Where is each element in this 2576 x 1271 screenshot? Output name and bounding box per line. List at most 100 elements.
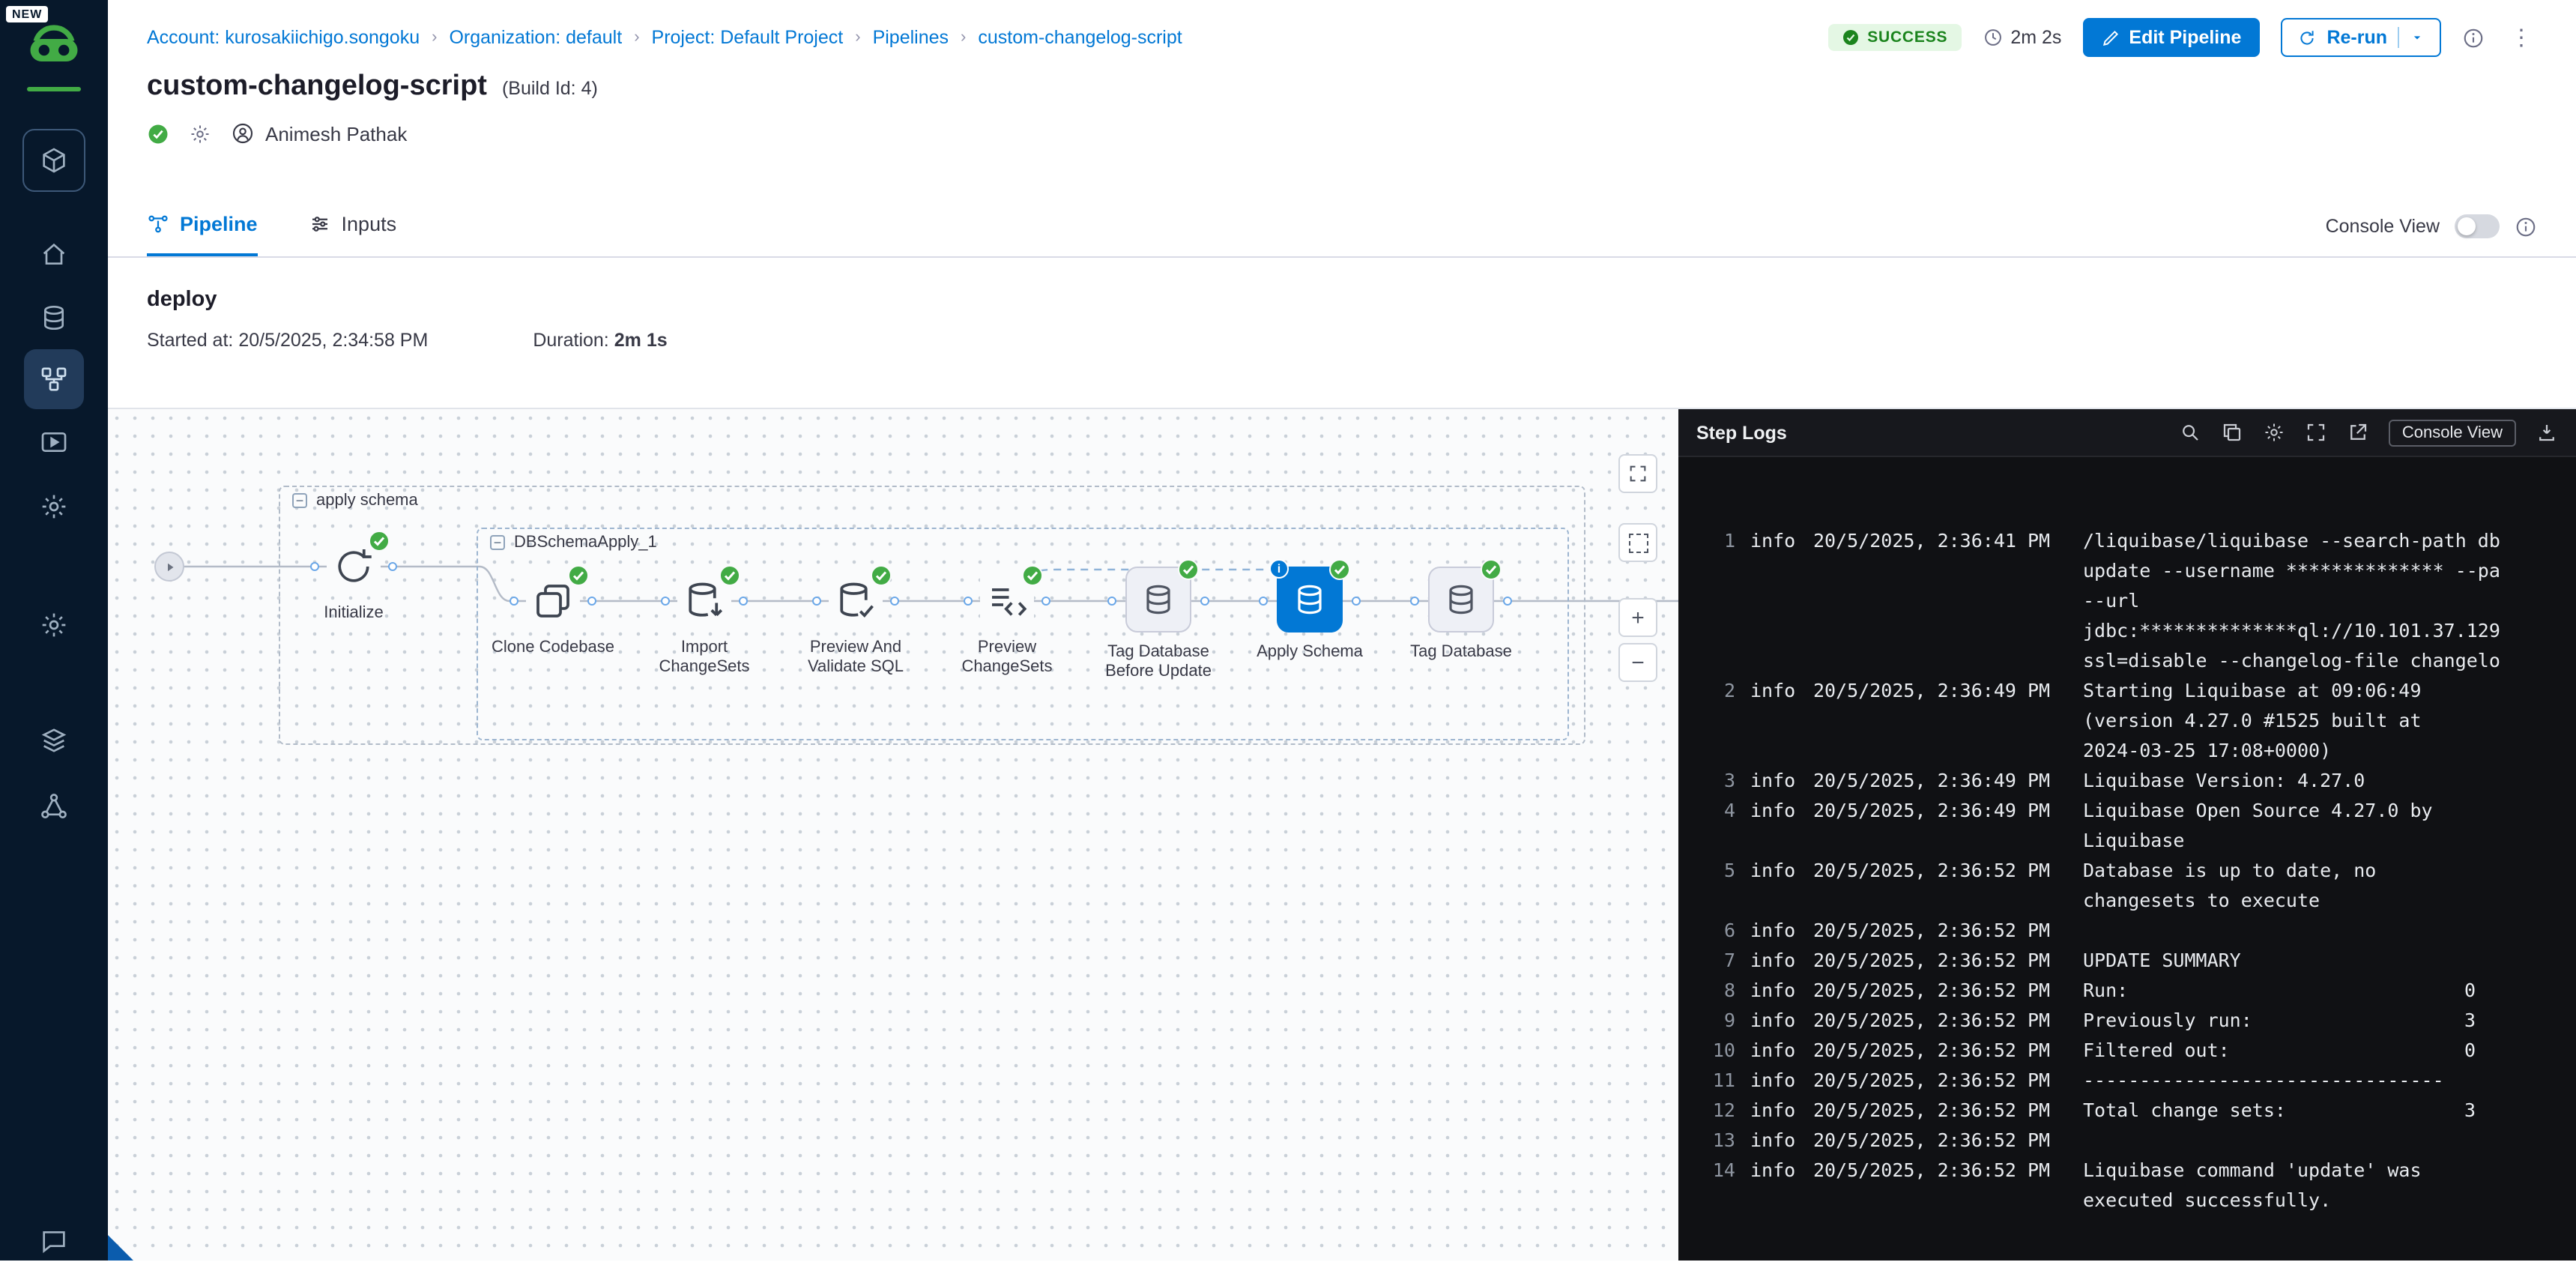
log-message — [2083, 1126, 2552, 1156]
log-level: info — [1750, 976, 1798, 1006]
product-logo-icon[interactable] — [25, 21, 82, 75]
log-level: info — [1750, 676, 1798, 766]
connectors-icon[interactable] — [24, 776, 84, 836]
console-view-toggle[interactable] — [2455, 214, 2500, 238]
collapse-icon[interactable]: − — [490, 535, 505, 550]
pipeline-success-icon — [147, 122, 169, 145]
pipeline-node-tag-database[interactable]: Tag Database — [1392, 567, 1530, 662]
log-timestamp: 20/5/2025, 2:36:52 PM — [1813, 1006, 2068, 1036]
edit-pipeline-button[interactable]: Edit Pipeline — [2082, 18, 2259, 57]
breadcrumb-link[interactable]: Project: Default Project — [652, 27, 844, 48]
connector-dot — [1107, 597, 1116, 606]
connector-dot — [1503, 597, 1512, 606]
breadcrumb-link[interactable]: Organization: default — [449, 27, 622, 48]
tab-inputs[interactable]: Inputs — [309, 213, 397, 256]
log-level: info — [1750, 1006, 1798, 1036]
home-icon[interactable] — [24, 225, 84, 285]
log-lines[interactable]: 1info20/5/2025, 2:36:41 PM/liquibase/liq… — [1678, 457, 2576, 1261]
settings-icon[interactable] — [24, 477, 84, 537]
log-line-number: 1 — [1696, 526, 1735, 676]
play-icon — [163, 560, 176, 573]
tab-pipeline[interactable]: Pipeline — [147, 213, 258, 256]
group-label: DBSchemaApply_1 — [514, 534, 657, 552]
log-entry: 6info20/5/2025, 2:36:52 PM — [1696, 916, 2552, 946]
success-badge-icon — [1329, 559, 1350, 580]
log-timestamp: 20/5/2025, 2:36:52 PM — [1813, 1036, 2068, 1066]
step-label: Apply Schema — [1257, 643, 1363, 662]
zoom-out-button[interactable]: − — [1618, 643, 1657, 682]
pipeline-start-node[interactable] — [154, 552, 184, 582]
chat-icon[interactable] — [24, 1211, 84, 1271]
pipeline-node-preview-and-validate-sql[interactable]: Preview And Validate SQL — [787, 574, 925, 677]
breadcrumb-link[interactable]: custom-changelog-script — [978, 27, 1182, 48]
success-badge-icon — [369, 531, 390, 552]
log-level: info — [1750, 1156, 1798, 1216]
log-message: Liquibase command 'update' wasexecuted s… — [2083, 1156, 2552, 1216]
open-external-icon[interactable] — [2347, 421, 2369, 444]
pipeline-node-initialize[interactable]: Initialize — [285, 540, 423, 624]
log-entry: 9info20/5/2025, 2:36:52 PMPreviously run… — [1696, 1006, 2552, 1036]
breadcrumb-link[interactable]: Pipelines — [873, 27, 949, 48]
rerun-button[interactable]: Re-run — [2280, 18, 2441, 57]
executions-icon[interactable] — [24, 412, 84, 472]
pipeline-node-apply-schema[interactable]: iApply Schema — [1241, 567, 1379, 662]
marquee-icon — [1628, 533, 1648, 552]
pipeline-node-tag-database-before-update[interactable]: Tag Database Before Update — [1089, 567, 1227, 682]
pipelines-icon[interactable] — [24, 349, 84, 409]
log-timestamp: 20/5/2025, 2:36:52 PM — [1813, 1066, 2068, 1096]
breadcrumb-link[interactable]: Account: kurosakiichigo.songoku — [147, 27, 420, 48]
log-line-number: 4 — [1696, 796, 1735, 856]
page-header: Account: kurosakiichigo.songoku›Organiza… — [108, 0, 2576, 189]
log-message: Filtered out:0 — [2083, 1036, 2552, 1066]
log-level: info — [1750, 1036, 1798, 1066]
minus-icon: − — [1631, 650, 1645, 675]
log-line-number: 14 — [1696, 1156, 1735, 1216]
copy-icon[interactable] — [2221, 421, 2243, 444]
connector-dot — [388, 562, 397, 571]
pipeline-node-clone-codebase[interactable]: Clone Codebase — [484, 574, 622, 658]
pipeline-node-import-changesets[interactable]: Import ChangeSets — [635, 574, 773, 677]
log-level: info — [1750, 766, 1798, 796]
collapse-icon[interactable]: − — [292, 493, 307, 508]
step-info-icon[interactable]: i — [1269, 559, 1289, 579]
canvas-corner-handle[interactable] — [108, 1235, 133, 1261]
zoom-in-button[interactable]: + — [1618, 598, 1657, 637]
services-icon[interactable] — [24, 288, 84, 348]
step-icon-box — [829, 574, 883, 628]
log-settings-icon[interactable] — [2263, 421, 2285, 444]
log-timestamp: 20/5/2025, 2:36:52 PM — [1813, 1156, 2068, 1216]
templates-icon[interactable] — [24, 710, 84, 770]
fullscreen-icon — [1627, 463, 1648, 484]
page-title: custom-changelog-script — [147, 70, 487, 103]
step-logs-header: Step Logs Console View — [1678, 409, 2576, 457]
header-actions: SUCCESS 2m 2s Edit Pipeline Re-run — [1828, 18, 2537, 57]
user-icon — [231, 121, 255, 145]
success-badge-icon — [568, 565, 589, 586]
info-icon[interactable] — [2462, 26, 2485, 49]
console-view-button[interactable]: Console View — [2389, 419, 2516, 446]
step-icon-box — [1428, 567, 1494, 633]
marquee-select-button[interactable] — [1618, 523, 1657, 562]
modules-icon[interactable] — [22, 129, 85, 192]
gear-icon[interactable] — [189, 122, 211, 145]
more-options-icon[interactable]: ⋮ — [2506, 24, 2537, 51]
log-level: info — [1750, 916, 1798, 946]
search-icon[interactable] — [2179, 421, 2201, 444]
log-line-number: 6 — [1696, 916, 1735, 946]
pipeline-canvas[interactable]: − apply schema − DBSchemaApply_1 Initial… — [108, 409, 1678, 1261]
log-entry: 3info20/5/2025, 2:36:49 PMLiquibase Vers… — [1696, 766, 2552, 796]
log-entry: 7info20/5/2025, 2:36:52 PMUPDATE SUMMARY — [1696, 946, 2552, 976]
step-label: Clone Codebase — [492, 638, 614, 658]
log-level: info — [1750, 526, 1798, 676]
fullscreen-button[interactable] — [1618, 454, 1657, 493]
pipeline-node-preview-changesets[interactable]: Preview ChangeSets — [938, 574, 1076, 677]
expand-logs-icon[interactable] — [2305, 421, 2327, 444]
step-label: Import ChangeSets — [635, 638, 773, 677]
download-icon[interactable] — [2536, 421, 2558, 444]
account-settings-icon[interactable] — [24, 595, 84, 655]
log-line-number: 2 — [1696, 676, 1735, 766]
log-entry: 12info20/5/2025, 2:36:52 PMTotal change … — [1696, 1096, 2552, 1126]
author: Animesh Pathak — [231, 121, 407, 145]
log-entry: 13info20/5/2025, 2:36:52 PM — [1696, 1126, 2552, 1156]
console-view-info-icon[interactable] — [2515, 215, 2537, 238]
